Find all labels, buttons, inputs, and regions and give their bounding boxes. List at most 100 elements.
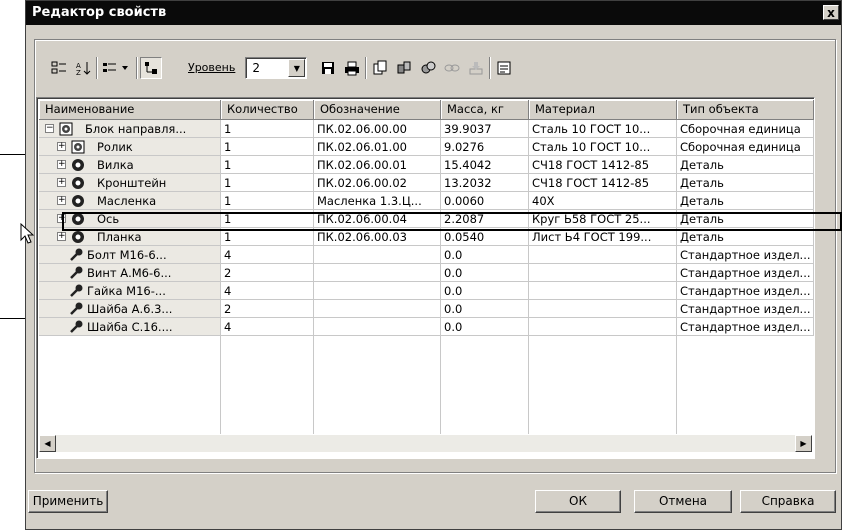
cell-material[interactable] — [529, 264, 677, 282]
cell-code[interactable]: ПК.02.06.00.04 — [314, 210, 441, 228]
cell-material[interactable]: Лист Ь4 ГОСТ 199... — [529, 228, 677, 246]
cell-mass[interactable]: 2.2087 — [441, 210, 529, 228]
cell-qty[interactable]: 4 — [221, 246, 314, 264]
cell-mass[interactable]: 15.4042 — [441, 156, 529, 174]
save-icon[interactable] — [317, 57, 339, 79]
sort-icon[interactable]: AZ — [72, 57, 94, 79]
cell-material[interactable] — [529, 318, 677, 336]
ok-button[interactable]: ОК — [535, 490, 621, 513]
cell-code[interactable] — [314, 318, 441, 336]
view-menu-icon[interactable] — [100, 57, 134, 79]
cell-name[interactable]: Шайба А.6.3... — [39, 300, 221, 318]
cell-code[interactable]: ПК.02.06.00.03 — [314, 228, 441, 246]
cell-type[interactable]: Деталь — [677, 210, 814, 228]
structure-icon[interactable] — [140, 57, 162, 79]
cell-name[interactable]: Болт М16-6... — [39, 246, 221, 264]
expand-icon[interactable]: + — [57, 178, 66, 187]
cell-code[interactable]: Масленка 1.3.Ц... — [314, 192, 441, 210]
cell-qty[interactable]: 4 — [221, 282, 314, 300]
cell-qty[interactable]: 1 — [221, 228, 314, 246]
cell-mass[interactable]: 0.0 — [441, 300, 529, 318]
cell-code[interactable]: ПК.02.06.00.02 — [314, 174, 441, 192]
cell-type[interactable]: Стандартное издел... — [677, 264, 814, 282]
cell-type[interactable]: Деталь — [677, 174, 814, 192]
cell-type[interactable]: Сборочная единица — [677, 120, 814, 138]
cell-type[interactable]: Стандартное издел... — [677, 318, 814, 336]
report-icon[interactable] — [493, 57, 515, 79]
cell-type[interactable]: Деталь — [677, 192, 814, 210]
horizontal-scrollbar[interactable]: ◀ ▶ — [39, 435, 812, 452]
cell-name[interactable]: + Кронштейн — [39, 174, 221, 192]
cell-name[interactable]: + Ролик — [39, 138, 221, 156]
cell-code[interactable] — [314, 300, 441, 318]
parts-icon[interactable] — [417, 57, 439, 79]
cell-code[interactable]: ПК.02.06.00.00 — [314, 120, 441, 138]
expand-icon[interactable]: + — [57, 142, 66, 151]
cell-name[interactable]: Винт А.М6-6... — [39, 264, 221, 282]
cell-mass[interactable]: 13.2032 — [441, 174, 529, 192]
cell-name[interactable]: Гайка М16-... — [39, 282, 221, 300]
expand-icon[interactable]: + — [57, 232, 66, 241]
cell-mass[interactable]: 0.0 — [441, 282, 529, 300]
cancel-button[interactable]: Отмена — [634, 490, 732, 513]
cell-qty[interactable]: 1 — [221, 120, 314, 138]
cell-qty[interactable]: 2 — [221, 264, 314, 282]
level-combobox[interactable]: 2 ▼ — [245, 57, 308, 79]
cell-code[interactable] — [314, 246, 441, 264]
scroll-right-icon[interactable]: ▶ — [795, 435, 812, 452]
cell-type[interactable]: Стандартное издел... — [677, 300, 814, 318]
cell-material[interactable]: Сталь 10 ГОСТ 10... — [529, 138, 677, 156]
cell-qty[interactable]: 1 — [221, 192, 314, 210]
archive-icon[interactable] — [465, 57, 487, 79]
cell-qty[interactable]: 1 — [221, 138, 314, 156]
cell-mass[interactable]: 0.0060 — [441, 192, 529, 210]
link-icon[interactable] — [441, 57, 463, 79]
cell-qty[interactable]: 4 — [221, 318, 314, 336]
expand-icon[interactable]: + — [57, 160, 66, 169]
cell-material[interactable]: Сталь 10 ГОСТ 10... — [529, 120, 677, 138]
cell-mass[interactable]: 0.0 — [441, 264, 529, 282]
cell-qty[interactable]: 2 — [221, 300, 314, 318]
cell-material[interactable] — [529, 300, 677, 318]
column-header-2[interactable]: Обозначение — [314, 100, 441, 120]
cell-qty[interactable]: 1 — [221, 210, 314, 228]
close-icon[interactable]: x — [823, 5, 839, 20]
cell-type[interactable]: Деталь — [677, 156, 814, 174]
cell-mass[interactable]: 0.0 — [441, 318, 529, 336]
level-dropdown-icon[interactable]: ▼ — [288, 59, 306, 77]
cell-code[interactable] — [314, 282, 441, 300]
print-icon[interactable] — [341, 57, 363, 79]
cell-name[interactable]: + Масленка — [39, 192, 221, 210]
cell-material[interactable]: СЧ18 ГОСТ 1412-85 — [529, 174, 677, 192]
cell-mass[interactable]: 9.0276 — [441, 138, 529, 156]
cell-name[interactable]: Шайба С.16.... — [39, 318, 221, 336]
cell-mass[interactable]: 0.0 — [441, 246, 529, 264]
cell-material[interactable] — [529, 246, 677, 264]
cell-material[interactable]: СЧ18 ГОСТ 1412-85 — [529, 156, 677, 174]
cell-name[interactable]: − Блок направля... — [39, 120, 221, 138]
cell-name[interactable]: + Вилка — [39, 156, 221, 174]
cell-code[interactable] — [314, 264, 441, 282]
cell-type[interactable]: Деталь — [677, 228, 814, 246]
cell-qty[interactable]: 1 — [221, 156, 314, 174]
scroll-left-icon[interactable]: ◀ — [39, 435, 56, 452]
cell-type[interactable]: Сборочная единица — [677, 138, 814, 156]
cell-code[interactable]: ПК.02.06.01.00 — [314, 138, 441, 156]
cell-material[interactable] — [529, 282, 677, 300]
column-header-3[interactable]: Масса, кг — [441, 100, 529, 120]
collapse-icon[interactable]: − — [45, 124, 54, 133]
copy-icon[interactable] — [369, 57, 391, 79]
assembly-icon[interactable] — [393, 57, 415, 79]
cell-name[interactable]: + Ось — [39, 210, 221, 228]
expand-icon[interactable]: + — [57, 214, 66, 223]
tree-select-icon[interactable] — [48, 57, 70, 79]
cell-material[interactable]: Круг Ь58 ГОСТ 25... — [529, 210, 677, 228]
cell-mass[interactable]: 0.0540 — [441, 228, 529, 246]
cell-name[interactable]: + Планка — [39, 228, 221, 246]
help-button[interactable]: Справка — [740, 490, 836, 513]
expand-icon[interactable]: + — [57, 196, 66, 205]
apply-button[interactable]: Применить — [28, 490, 108, 513]
column-header-0[interactable]: Наименование — [39, 100, 221, 120]
cell-code[interactable]: ПК.02.06.00.01 — [314, 156, 441, 174]
column-header-4[interactable]: Материал — [529, 100, 677, 120]
